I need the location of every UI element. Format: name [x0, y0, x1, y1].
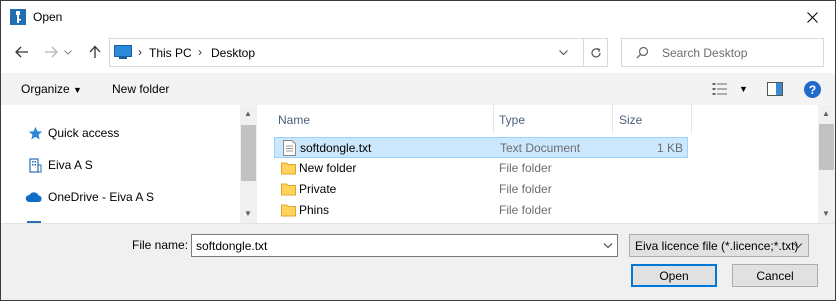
close-icon [806, 11, 818, 23]
address-history-button[interactable] [552, 39, 574, 66]
column-header-size[interactable]: Size [619, 105, 642, 133]
file-list-scrollbar[interactable]: ▲ ▼ [818, 105, 835, 223]
search-placeholder: Search Desktop [662, 46, 748, 60]
organize-label: Organize [21, 82, 70, 96]
file-type: File folder [499, 182, 552, 196]
view-options-icon[interactable] [712, 82, 728, 96]
command-bar: Organize ▼ New folder ▼ ? [1, 73, 835, 105]
close-button[interactable] [789, 1, 835, 33]
organize-menu[interactable]: Organize ▼ [21, 82, 82, 96]
open-button[interactable]: Open [631, 264, 717, 287]
file-name: Phins [299, 203, 330, 217]
up-button[interactable] [85, 42, 105, 62]
file-type: File folder [499, 203, 552, 217]
back-arrow-icon [15, 46, 28, 58]
new-folder-button[interactable]: New folder [112, 82, 169, 96]
column-header-name[interactable]: Name [278, 105, 310, 133]
window-title: Open [33, 10, 63, 24]
refresh-button[interactable] [583, 39, 607, 66]
view-dropdown-icon[interactable]: ▼ [739, 84, 748, 94]
nav-item-onedrive[interactable]: OneDrive - Eiva A S [25, 187, 154, 207]
file-size: 1 KB [656, 141, 683, 155]
scroll-up-icon[interactable]: ▲ [244, 109, 252, 118]
folder-icon [281, 204, 296, 217]
nav-item-eiva-a-s[interactable]: Eiva A S [27, 155, 93, 175]
star-icon [27, 125, 43, 141]
column-divider[interactable] [493, 105, 494, 133]
file-row-private[interactable]: Private File folder [274, 179, 688, 200]
file-row-phins[interactable]: Phins File folder [274, 200, 688, 221]
scrollbar-thumb[interactable] [819, 124, 834, 170]
address-bar[interactable]: › This PC › Desktop [109, 38, 608, 67]
folder-icon [281, 162, 296, 175]
file-name-value: softdongle.txt [196, 239, 268, 253]
file-name-input[interactable]: softdongle.txt [191, 234, 618, 257]
chevron-down-icon [793, 243, 803, 249]
file-type-filter[interactable]: Eiva licence file (*.licence;*.txt) [629, 234, 809, 257]
scroll-down-icon[interactable]: ▼ [244, 209, 252, 218]
scroll-up-icon[interactable]: ▲ [822, 109, 830, 118]
file-row-softdongle[interactable]: softdongle.txt Text Document 1 KB [274, 137, 688, 158]
this-pc-icon [114, 45, 132, 59]
scrollbar-thumb[interactable] [241, 125, 256, 181]
navigation-pane: Quick access Eiva A S OneDrive - Eiva A … [1, 105, 257, 223]
building-icon [27, 157, 43, 173]
file-list: Name Type Size softdongle.txt Text Docum… [258, 105, 818, 223]
file-row-new-folder[interactable]: New folder File folder [274, 158, 688, 179]
back-button[interactable] [12, 42, 32, 62]
text-file-icon [283, 140, 296, 156]
preview-pane-icon[interactable] [767, 82, 783, 96]
file-type: File folder [499, 161, 552, 175]
cancel-button[interactable]: Cancel [732, 264, 818, 287]
refresh-icon [590, 47, 601, 57]
file-name: Private [299, 182, 337, 196]
scroll-down-icon[interactable]: ▼ [822, 209, 830, 218]
dropdown-arrow-icon: ▼ [73, 85, 82, 95]
nav-item-quick-access[interactable]: Quick access [27, 123, 119, 143]
breadcrumb-separator: › [138, 45, 142, 59]
recent-locations-button[interactable] [61, 42, 75, 62]
breadcrumb-separator: › [198, 45, 202, 59]
column-divider[interactable] [691, 105, 692, 133]
column-header-type[interactable]: Type [499, 105, 525, 133]
dialog-footer: File name: softdongle.txt Eiva licence f… [1, 223, 835, 300]
search-input[interactable]: Search Desktop [621, 38, 824, 67]
nav-pane-scrollbar[interactable]: ▲ ▼ [240, 105, 257, 223]
nav-item-label: OneDrive - Eiva A S [48, 190, 155, 204]
folder-icon [281, 183, 296, 196]
file-name: New folder [299, 161, 357, 175]
breadcrumb-desktop[interactable]: Desktop [211, 46, 255, 60]
file-name: softdongle.txt [300, 141, 372, 155]
file-name-label: File name: [132, 238, 189, 252]
app-icon [10, 9, 26, 25]
nav-item-label: Quick access [48, 126, 120, 140]
forward-arrow-icon [45, 46, 58, 58]
open-dialog: Open › This PC › Desktop Search Desktop … [0, 0, 836, 301]
help-icon[interactable]: ? [804, 81, 821, 98]
chevron-down-icon [64, 49, 72, 55]
chevron-down-icon [558, 50, 568, 55]
nav-item-label: Eiva A S [48, 158, 93, 172]
column-divider[interactable] [612, 105, 613, 133]
title-bar: Open [1, 1, 835, 33]
file-type-filter-value: Eiva licence file (*.licence;*.txt) [635, 239, 799, 253]
up-arrow-icon [89, 45, 101, 58]
file-type: Text Document [500, 141, 581, 155]
breadcrumb-this-pc[interactable]: This PC [149, 46, 192, 60]
search-icon [636, 46, 649, 59]
cloud-icon [25, 189, 43, 205]
chevron-down-icon[interactable] [603, 239, 613, 252]
forward-button[interactable] [41, 42, 61, 62]
